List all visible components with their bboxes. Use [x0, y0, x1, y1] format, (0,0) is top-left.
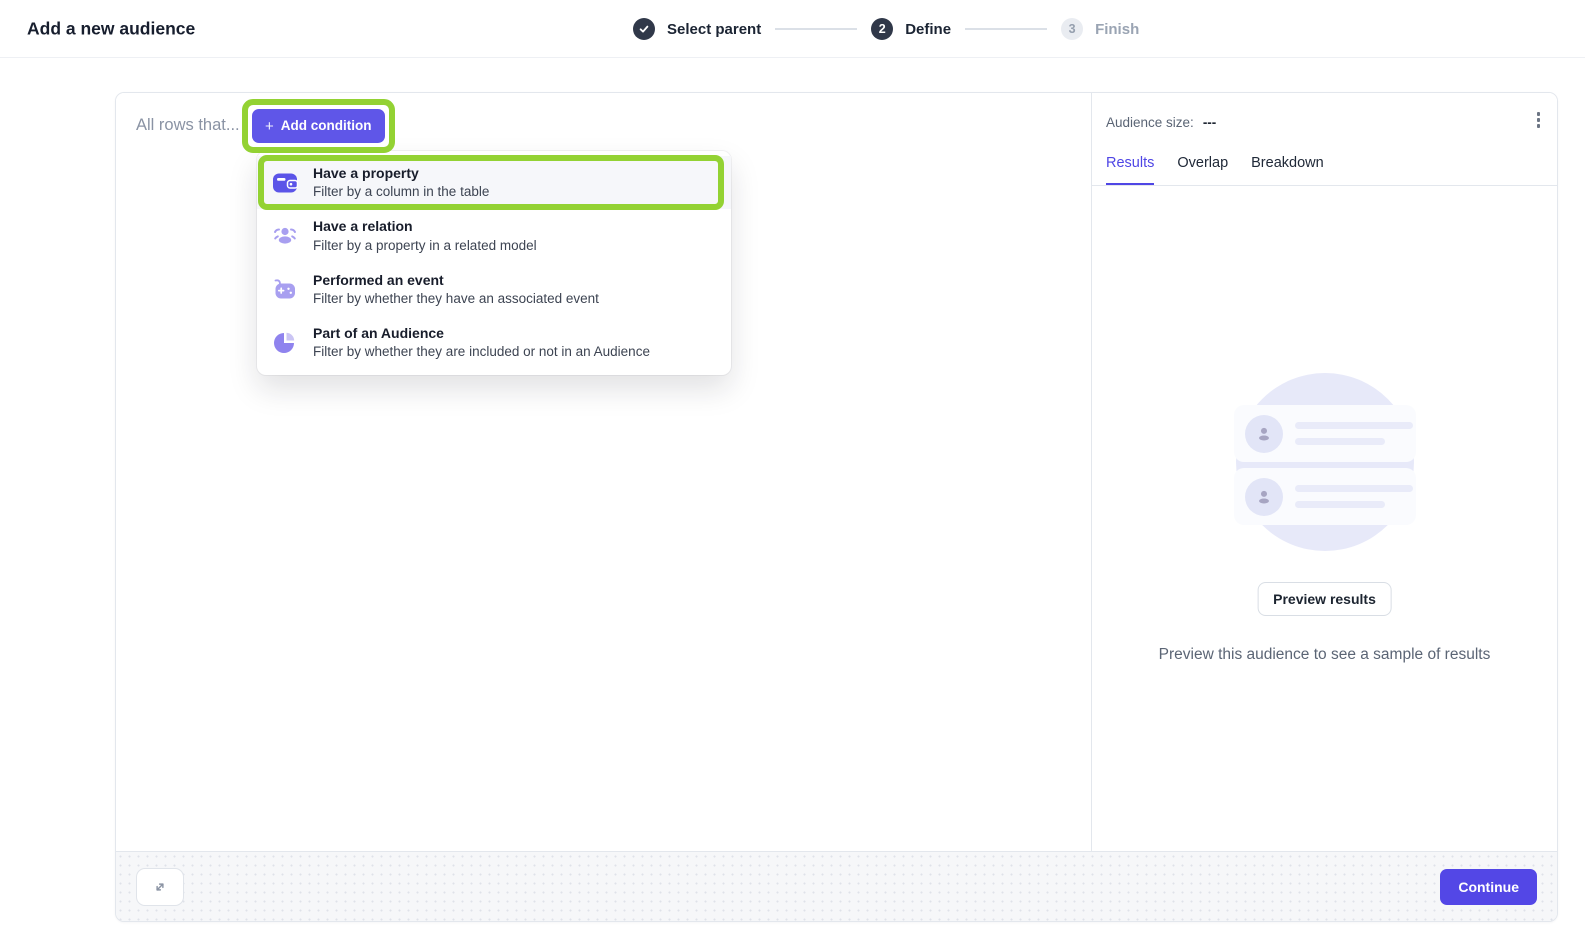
step-label: Select parent: [667, 21, 761, 38]
illustration-row-card: [1234, 405, 1416, 462]
step-number-circle: 2: [871, 18, 893, 40]
person-icon: [1245, 478, 1283, 516]
step-complete-circle: [633, 18, 655, 40]
event-icon: [272, 276, 298, 302]
condition-canvas: All rows that... + Add condition: [116, 93, 1092, 851]
menu-item-performed-an-event[interactable]: Performed an event Filter by whether the…: [257, 263, 731, 316]
check-icon: [638, 23, 650, 35]
preview-results-button[interactable]: Preview results: [1257, 582, 1392, 616]
builder-footer: Continue: [116, 851, 1557, 921]
app-header: Add a new audience Select parent 2 Defin…: [0, 0, 1585, 58]
pie-chart-icon: [272, 329, 298, 355]
menu-item-title: Performed an event: [313, 271, 599, 289]
users-icon: [272, 223, 298, 249]
condition-type-menu: Have a property Filter by a column in th…: [257, 151, 731, 375]
illustration-row-card: [1234, 468, 1416, 525]
step-label: Finish: [1095, 21, 1139, 38]
menu-item-description: Filter by a column in the table: [313, 183, 489, 201]
step-connector: [965, 28, 1047, 30]
wallet-icon: [272, 170, 298, 196]
menu-item-have-a-relation[interactable]: Have a relation Filter by a property in …: [257, 209, 731, 262]
plus-icon: +: [265, 119, 274, 134]
step-label: Define: [905, 21, 951, 38]
audience-builder-container: All rows that... + Add condition: [115, 92, 1558, 922]
menu-item-text: Have a relation Filter by a property in …: [313, 217, 537, 254]
menu-item-title: Have a relation: [313, 217, 537, 235]
tab-overlap[interactable]: Overlap: [1177, 143, 1228, 185]
menu-item-part-of-an-audience[interactable]: Part of an Audience Filter by whether th…: [257, 316, 731, 369]
menu-item-text: Have a property Filter by a column in th…: [313, 164, 489, 201]
step-select-parent: Select parent: [633, 18, 761, 40]
step-number-circle: 3: [1061, 18, 1083, 40]
annotation-highlight-add-condition: + Add condition: [242, 99, 395, 153]
add-condition-label: Add condition: [281, 118, 372, 134]
step-define: 2 Define: [871, 18, 951, 40]
step-connector: [775, 28, 857, 30]
illustration-bars: [1295, 422, 1413, 445]
step-finish: 3 Finish: [1061, 18, 1139, 40]
page-title: Add a new audience: [27, 18, 195, 39]
menu-item-description: Filter by whether they are included or n…: [313, 343, 650, 361]
audience-size-row: Audience size: ---: [1106, 115, 1216, 130]
menu-item-description: Filter by whether they have an associate…: [313, 290, 599, 308]
menu-item-title: Have a property: [313, 164, 489, 182]
kebab-menu-icon[interactable]: [1534, 109, 1544, 131]
builder-content: All rows that... + Add condition: [116, 93, 1557, 851]
continue-button[interactable]: Continue: [1440, 869, 1537, 905]
results-panel: Audience size: --- Results Overlap Break…: [1092, 93, 1557, 851]
add-condition-button[interactable]: + Add condition: [252, 109, 385, 143]
menu-item-text: Part of an Audience Filter by whether th…: [313, 324, 650, 361]
rows-label: All rows that...: [136, 116, 240, 135]
expand-button[interactable]: [136, 868, 184, 906]
empty-state-illustration: [1234, 373, 1416, 554]
stepper: Select parent 2 Define 3 Finish: [633, 0, 1139, 58]
menu-item-description: Filter by a property in a related model: [313, 237, 537, 255]
expand-diagonal-icon: [151, 878, 169, 896]
menu-item-text: Performed an event Filter by whether the…: [313, 271, 599, 308]
results-tabs: Results Overlap Breakdown: [1092, 143, 1557, 186]
audience-size-value: ---: [1203, 115, 1217, 130]
menu-item-title: Part of an Audience: [313, 324, 650, 342]
tab-breakdown[interactable]: Breakdown: [1251, 143, 1324, 185]
empty-state-caption: Preview this audience to see a sample of…: [1092, 646, 1557, 664]
tab-results[interactable]: Results: [1106, 143, 1154, 185]
audience-size-label: Audience size:: [1106, 115, 1194, 130]
person-icon: [1245, 415, 1283, 453]
illustration-bars: [1295, 485, 1413, 508]
menu-item-have-a-property[interactable]: Have a property Filter by a column in th…: [257, 156, 731, 209]
